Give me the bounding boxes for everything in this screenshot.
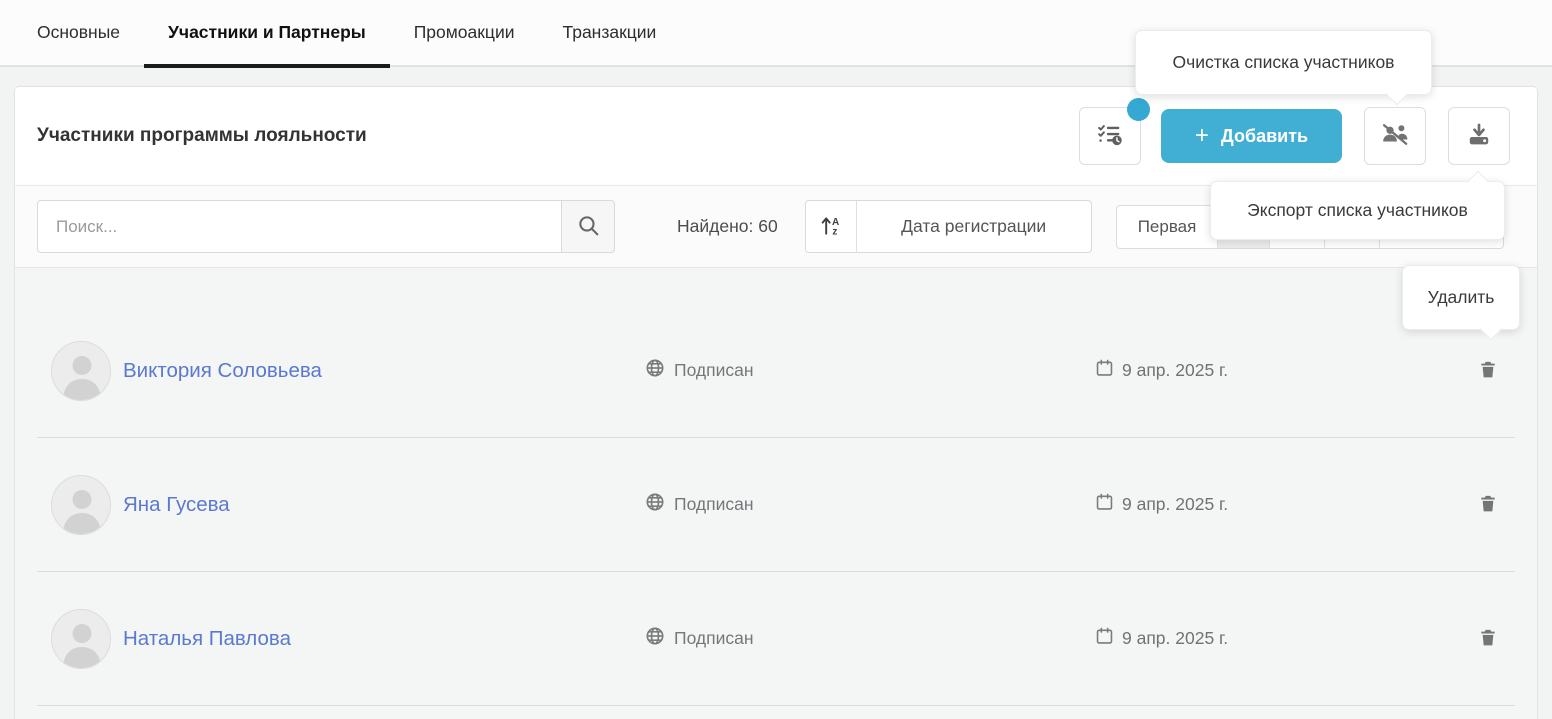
member-row: Виктория Соловьева Подписан	[37, 304, 1515, 438]
members-list: Виктория Соловьева Подписан	[15, 268, 1537, 719]
member-name-link[interactable]: Яна Гусева	[123, 493, 645, 517]
panel-title: Участники программы лояльности	[37, 125, 367, 147]
search-group	[37, 200, 615, 253]
export-members-button[interactable]	[1448, 107, 1510, 165]
import-history-button[interactable]	[1079, 107, 1141, 165]
checklist-clock-icon	[1096, 122, 1124, 151]
tooltip-clear-members: Очистка списка участников	[1135, 30, 1432, 95]
avatar	[51, 341, 111, 401]
search-icon	[576, 213, 601, 241]
member-registration-date: 9 апр. 2025 г.	[1095, 492, 1475, 517]
tab-uchastniki-i-partnery[interactable]: Участники и Партнеры	[144, 0, 390, 66]
notification-badge-dot	[1127, 98, 1150, 121]
member-status-label: Подписан	[674, 494, 754, 515]
member-name-link[interactable]: Наталья Павлова	[123, 627, 645, 651]
users-slash-icon	[1379, 121, 1411, 151]
delete-member-button[interactable]	[1475, 626, 1501, 652]
member-registration-date: 9 апр. 2025 г.	[1095, 626, 1475, 651]
trash-icon	[1478, 627, 1498, 651]
clear-members-button[interactable]	[1364, 107, 1426, 165]
svg-text:z: z	[833, 226, 838, 236]
globe-icon	[645, 626, 665, 651]
person-silhouette-icon	[52, 610, 111, 669]
sort-field-select[interactable]: Дата регистрации	[857, 201, 1091, 252]
member-status-label: Подписан	[674, 628, 754, 649]
add-member-label: Добавить	[1221, 126, 1308, 147]
avatar	[51, 475, 111, 535]
sort-az-icon: A z	[819, 214, 842, 240]
tab-tranzakcii[interactable]: Транзакции	[539, 0, 681, 66]
calendar-icon	[1095, 626, 1114, 651]
person-silhouette-icon	[52, 476, 111, 535]
header-actions: + Добавить	[1079, 107, 1510, 165]
tooltip-export-members: Экспорт списка участников	[1210, 181, 1505, 240]
pagination-first-button[interactable]: Первая	[1117, 206, 1218, 248]
tab-osnovnye[interactable]: Основные	[13, 0, 144, 66]
sort-control: A z Дата регистрации	[805, 200, 1092, 253]
trash-icon	[1478, 493, 1498, 517]
person-silhouette-icon	[52, 342, 111, 401]
delete-member-button[interactable]	[1475, 358, 1501, 384]
member-row: Наталья Павлова Подписан	[37, 572, 1515, 706]
tooltip-delete: Удалить	[1402, 265, 1520, 330]
member-status: Подписан	[645, 626, 1095, 651]
delete-member-button[interactable]	[1475, 492, 1501, 518]
globe-icon	[645, 492, 665, 517]
avatar	[51, 609, 111, 669]
calendar-icon	[1095, 358, 1114, 383]
member-date-label: 9 апр. 2025 г.	[1122, 628, 1228, 649]
globe-icon	[645, 358, 665, 383]
trash-icon	[1478, 359, 1498, 383]
member-status: Подписан	[645, 358, 1095, 383]
tooltip-delete-label: Удалить	[1428, 287, 1495, 308]
member-date-label: 9 апр. 2025 г.	[1122, 494, 1228, 515]
tab-promoakcii[interactable]: Промоакции	[390, 0, 539, 66]
search-button[interactable]	[561, 200, 615, 253]
member-name-link[interactable]: Виктория Соловьева	[123, 359, 645, 383]
download-icon	[1465, 121, 1493, 151]
sort-direction-button[interactable]: A z	[806, 201, 857, 252]
member-row: Яна Гусева Подписан	[37, 438, 1515, 572]
plus-icon: +	[1195, 124, 1209, 148]
member-status: Подписан	[645, 492, 1095, 517]
tooltip-clear-members-label: Очистка списка участников	[1173, 52, 1395, 73]
search-input[interactable]	[37, 200, 561, 253]
tooltip-export-members-label: Экспорт списка участников	[1247, 200, 1468, 221]
panel-header: Участники программы лояльности	[15, 87, 1537, 186]
member-date-label: 9 апр. 2025 г.	[1122, 360, 1228, 381]
member-status-label: Подписан	[674, 360, 754, 381]
calendar-icon	[1095, 492, 1114, 517]
add-member-button[interactable]: + Добавить	[1161, 109, 1342, 163]
member-registration-date: 9 апр. 2025 г.	[1095, 358, 1475, 383]
found-count: Найдено: 60	[677, 216, 778, 237]
